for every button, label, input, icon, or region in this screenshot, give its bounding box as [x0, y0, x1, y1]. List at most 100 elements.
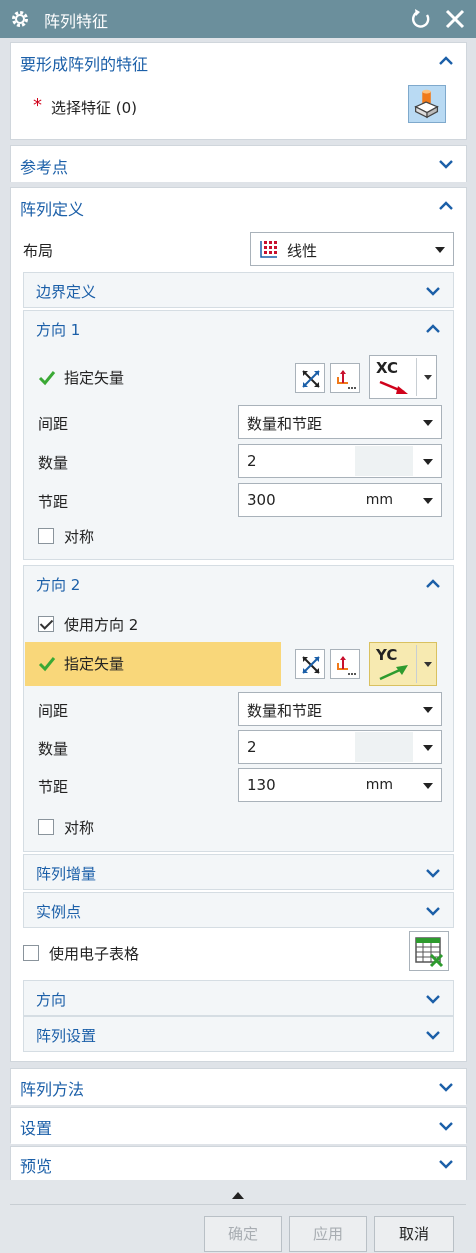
- chevron-up-icon[interactable]: [423, 574, 443, 594]
- section-header-array-def[interactable]: 阵列定义: [11, 188, 466, 224]
- section-title: 阵列定义: [20, 200, 85, 219]
- dropdown-arrow-icon[interactable]: [423, 783, 433, 789]
- spacing-value: 数量和节距: [247, 702, 323, 720]
- section-header-increment[interactable]: 阵列增量: [24, 855, 453, 891]
- section-header-direction-1[interactable]: 方向 1: [24, 311, 453, 347]
- section-header-direction-2[interactable]: 方向 2: [24, 566, 453, 602]
- select-features-panel: 要形成阵列的特征 * 选择特征 (0): [10, 42, 467, 140]
- section-header-instance-point[interactable]: 实例点: [24, 893, 453, 929]
- section-header-orientation[interactable]: 方向: [24, 981, 453, 1017]
- section-title: 参考点: [20, 158, 69, 177]
- separator: [416, 358, 417, 396]
- vector-value: XC: [376, 359, 399, 377]
- chevron-down-icon[interactable]: [436, 154, 456, 174]
- chevron-up-icon[interactable]: [436, 196, 456, 216]
- feature-select-icon: [414, 89, 439, 119]
- section-header-array-settings[interactable]: 阵列设置: [24, 1017, 453, 1053]
- chevron-down-icon[interactable]: [423, 863, 443, 883]
- count-label: 数量: [38, 454, 69, 472]
- field-shade: [355, 732, 413, 762]
- use-spreadsheet-checkbox[interactable]: [23, 945, 39, 961]
- count-field[interactable]: 2: [238, 730, 442, 764]
- yc-arrow-icon: [379, 665, 408, 681]
- reverse-direction-button[interactable]: [295, 649, 325, 679]
- count-field[interactable]: 2: [238, 444, 442, 478]
- reference-point-panel: 参考点: [10, 145, 467, 182]
- instance-point-group: 实例点: [23, 892, 454, 928]
- section-header-ref-point[interactable]: 参考点: [11, 146, 466, 182]
- section-title: 方向 1: [36, 321, 81, 339]
- dropdown-arrow-icon[interactable]: [423, 459, 433, 465]
- chevron-down-icon[interactable]: [436, 1154, 456, 1174]
- required-mark: *: [33, 95, 42, 116]
- xc-arrow-icon: [379, 380, 408, 394]
- pitch-field[interactable]: 130 mm: [238, 768, 442, 802]
- section-header-preview[interactable]: 预览: [11, 1147, 466, 1181]
- section-header-settings[interactable]: 设置: [11, 1108, 466, 1144]
- dropdown-arrow-icon[interactable]: [424, 662, 432, 667]
- title-bar: 阵列特征: [0, 0, 476, 38]
- spacing-dropdown[interactable]: 数量和节距: [238, 692, 442, 726]
- chevron-up-icon[interactable]: [423, 319, 443, 339]
- layout-dropdown[interactable]: 线性: [250, 232, 454, 266]
- chevron-down-icon[interactable]: [423, 1025, 443, 1045]
- cancel-button[interactable]: 取消: [374, 1216, 454, 1252]
- collapse-up-icon[interactable]: [231, 1190, 245, 1200]
- chevron-down-icon[interactable]: [436, 1116, 456, 1136]
- chevron-down-icon[interactable]: [436, 1077, 456, 1097]
- array-definition-panel: 阵列定义 布局 线性 边界定义 方向 1 指定矢量 XC 间距 数量和节距 数量…: [10, 187, 467, 1062]
- select-feature-label: 选择特征 (0): [51, 99, 138, 117]
- close-icon[interactable]: [442, 6, 468, 32]
- chevron-down-icon[interactable]: [423, 989, 443, 1009]
- section-header-boundary[interactable]: 边界定义: [24, 273, 453, 309]
- section-header-select[interactable]: 要形成阵列的特征: [11, 43, 466, 79]
- preview-panel: 预览: [10, 1146, 467, 1181]
- pitch-unit: mm: [365, 777, 393, 793]
- section-title: 方向 2: [36, 576, 81, 594]
- settings-panel: 设置: [10, 1107, 467, 1144]
- vector-dialog-button[interactable]: [330, 649, 360, 679]
- chevron-up-icon[interactable]: [436, 51, 456, 71]
- gear-icon[interactable]: [10, 9, 30, 29]
- direction-2-group: 方向 2 使用方向 2 指定矢量 YC 间距 数量和节距 数量 2 节距 130…: [23, 565, 454, 852]
- check-icon: [38, 371, 56, 386]
- apply-button[interactable]: 应用: [289, 1216, 367, 1252]
- symmetric-checkbox[interactable]: [38, 528, 54, 544]
- check-icon: [38, 657, 56, 672]
- spacing-dropdown[interactable]: 数量和节距: [238, 405, 442, 439]
- dropdown-arrow-icon[interactable]: [424, 375, 432, 380]
- ok-button[interactable]: 确定: [204, 1216, 282, 1252]
- section-title: 预览: [20, 1157, 53, 1176]
- array-increment-group: 阵列增量: [23, 854, 454, 890]
- vector-selector[interactable]: XC: [369, 355, 437, 399]
- spreadsheet-button[interactable]: [409, 931, 449, 971]
- reverse-direction-icon: [302, 370, 320, 388]
- section-header-array-method[interactable]: 阵列方法: [11, 1069, 466, 1105]
- boundary-definition-group: 边界定义: [23, 272, 454, 308]
- dropdown-arrow-icon[interactable]: [423, 498, 433, 504]
- specify-vector-label: 指定矢量: [64, 369, 125, 387]
- dropdown-arrow-icon[interactable]: [423, 745, 433, 751]
- reverse-direction-icon: [302, 656, 320, 674]
- reverse-direction-button[interactable]: [295, 363, 325, 393]
- count-value: 2: [247, 738, 257, 756]
- symmetric-checkbox[interactable]: [38, 819, 54, 835]
- dropdown-arrow-icon: [423, 707, 433, 713]
- separator: [416, 645, 417, 683]
- section-title: 设置: [20, 1119, 53, 1138]
- reset-icon[interactable]: [408, 6, 434, 32]
- symmetric-label: 对称: [64, 528, 95, 546]
- pitch-field[interactable]: 300 mm: [238, 483, 442, 517]
- count-value: 2: [247, 452, 257, 470]
- chevron-down-icon[interactable]: [423, 901, 443, 921]
- select-feature-button[interactable]: [408, 85, 446, 123]
- chevron-down-icon[interactable]: [423, 281, 443, 301]
- vector-dialog-button[interactable]: [330, 363, 360, 393]
- array-settings-group: 阵列设置: [23, 1016, 454, 1052]
- use-direction-2-checkbox[interactable]: [38, 616, 54, 632]
- vector-selector[interactable]: YC: [369, 642, 437, 686]
- window-title: 阵列特征: [44, 12, 109, 31]
- layout-label: 布局: [23, 242, 54, 260]
- vector-dialog-icon: [337, 656, 356, 675]
- section-title: 阵列设置: [36, 1027, 97, 1045]
